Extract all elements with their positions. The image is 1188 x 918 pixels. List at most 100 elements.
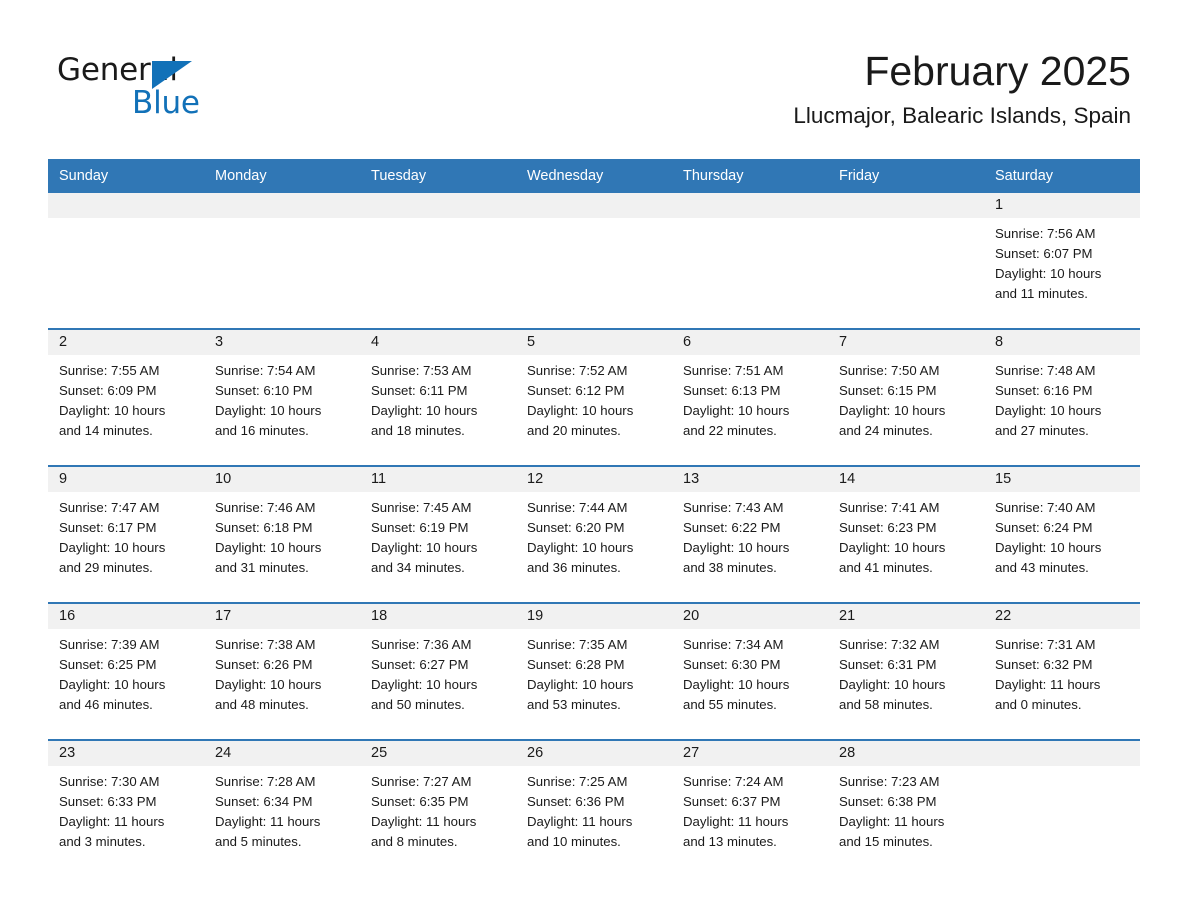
sunrise-time: Sunrise: 7:27 AM bbox=[371, 774, 472, 789]
calendar-day-cell[interactable]: 22 Sunrise: 7:31 AM Sunset: 6:32 PM Dayligh… bbox=[984, 604, 1140, 739]
generalblue-logo[interactable]: General Blue bbox=[57, 52, 257, 121]
calendar-day-cell-empty bbox=[516, 193, 672, 328]
calendar-day-cell[interactable]: 3 Sunrise: 7:54 AM Sunset: 6:10 PM Daylight… bbox=[204, 330, 360, 465]
calendar-day-cell[interactable]: 15 Sunrise: 7:40 AM Sunset: 6:24 PM Dayligh… bbox=[984, 467, 1140, 602]
calendar-day-cell[interactable]: 20 Sunrise: 7:34 AM Sunset: 6:30 PM Dayligh… bbox=[672, 604, 828, 739]
calendar-day-cell[interactable]: 9 Sunrise: 7:47 AM Sunset: 6:17 PM Daylight… bbox=[48, 467, 204, 602]
sunset-time: Sunset: 6:33 PM bbox=[59, 794, 157, 809]
daylight-duration-line2: and 3 minutes. bbox=[59, 834, 146, 849]
daylight-duration-line2: and 16 minutes. bbox=[215, 423, 309, 438]
day-details: Sunrise: 7:27 AM Sunset: 6:35 PM Daylight:… bbox=[360, 766, 516, 852]
day-details: Sunrise: 7:35 AM Sunset: 6:28 PM Daylight:… bbox=[516, 629, 672, 715]
calendar-day-cell[interactable]: 12 Sunrise: 7:44 AM Sunset: 6:20 PM Dayligh… bbox=[516, 467, 672, 602]
daylight-duration-line2: and 34 minutes. bbox=[371, 560, 465, 575]
daylight-duration-line1: Daylight: 10 hours bbox=[371, 540, 478, 555]
sunset-time: Sunset: 6:09 PM bbox=[59, 383, 157, 398]
calendar-day-cell[interactable]: 28 Sunrise: 7:23 AM Sunset: 6:38 PM Dayligh… bbox=[828, 741, 984, 876]
calendar-day-cell[interactable]: 27 Sunrise: 7:24 AM Sunset: 6:37 PM Dayligh… bbox=[672, 741, 828, 876]
calendar-day-cell[interactable]: 8 Sunrise: 7:48 AM Sunset: 6:16 PM Daylight… bbox=[984, 330, 1140, 465]
day-number: 25 bbox=[360, 741, 516, 766]
daylight-duration-line2: and 31 minutes. bbox=[215, 560, 309, 575]
daylight-duration-line2: and 22 minutes. bbox=[683, 423, 777, 438]
sunset-time: Sunset: 6:28 PM bbox=[527, 657, 625, 672]
calendar-page: General Blue February 2025 Llucmajor, Ba… bbox=[0, 0, 1188, 918]
day-number: 15 bbox=[984, 467, 1140, 492]
sunset-time: Sunset: 6:35 PM bbox=[371, 794, 469, 809]
weekday-header-wednesday: Wednesday bbox=[527, 168, 604, 184]
calendar-day-cell[interactable]: 6 Sunrise: 7:51 AM Sunset: 6:13 PM Daylight… bbox=[672, 330, 828, 465]
daylight-duration-line2: and 53 minutes. bbox=[527, 697, 621, 712]
weekday-header-thursday: Thursday bbox=[683, 168, 744, 184]
calendar-day-cell[interactable]: 26 Sunrise: 7:25 AM Sunset: 6:36 PM Dayligh… bbox=[516, 741, 672, 876]
calendar-day-cell-empty bbox=[828, 193, 984, 328]
day-details: Sunrise: 7:23 AM Sunset: 6:38 PM Daylight:… bbox=[828, 766, 984, 852]
day-number bbox=[516, 193, 672, 218]
sunrise-time: Sunrise: 7:44 AM bbox=[527, 500, 628, 515]
calendar-day-cell[interactable]: 13 Sunrise: 7:43 AM Sunset: 6:22 PM Dayligh… bbox=[672, 467, 828, 602]
day-details: Sunrise: 7:34 AM Sunset: 6:30 PM Daylight:… bbox=[672, 629, 828, 715]
sunrise-time: Sunrise: 7:36 AM bbox=[371, 637, 472, 652]
calendar-day-cell[interactable]: 14 Sunrise: 7:41 AM Sunset: 6:23 PM Dayligh… bbox=[828, 467, 984, 602]
daylight-duration-line1: Daylight: 10 hours bbox=[839, 677, 946, 692]
day-details: Sunrise: 7:56 AM Sunset: 6:07 PM Daylight:… bbox=[984, 218, 1140, 304]
day-details: Sunrise: 7:47 AM Sunset: 6:17 PM Daylight:… bbox=[48, 492, 204, 578]
calendar-day-cell[interactable]: 18 Sunrise: 7:36 AM Sunset: 6:27 PM Dayligh… bbox=[360, 604, 516, 739]
day-details: Sunrise: 7:53 AM Sunset: 6:11 PM Daylight:… bbox=[360, 355, 516, 441]
day-number: 5 bbox=[516, 330, 672, 355]
calendar-day-cell-empty bbox=[204, 193, 360, 328]
calendar-day-cell[interactable]: 2 Sunrise: 7:55 AM Sunset: 6:09 PM Daylight… bbox=[48, 330, 204, 465]
calendar-day-cell[interactable]: 21 Sunrise: 7:32 AM Sunset: 6:31 PM Dayligh… bbox=[828, 604, 984, 739]
day-details: Sunrise: 7:43 AM Sunset: 6:22 PM Daylight:… bbox=[672, 492, 828, 578]
calendar-day-cell[interactable]: 25 Sunrise: 7:27 AM Sunset: 6:35 PM Dayligh… bbox=[360, 741, 516, 876]
daylight-duration-line2: and 41 minutes. bbox=[839, 560, 933, 575]
sunrise-time: Sunrise: 7:56 AM bbox=[995, 226, 1096, 241]
sunrise-time: Sunrise: 7:53 AM bbox=[371, 363, 472, 378]
calendar-week-row: 1 Sunrise: 7:56 AM Sunset: 6:07 PM Daylight… bbox=[48, 193, 1140, 328]
sunset-time: Sunset: 6:38 PM bbox=[839, 794, 937, 809]
calendar-day-cell[interactable]: 1 Sunrise: 7:56 AM Sunset: 6:07 PM Daylight… bbox=[984, 193, 1140, 328]
calendar-day-cell[interactable]: 24 Sunrise: 7:28 AM Sunset: 6:34 PM Dayligh… bbox=[204, 741, 360, 876]
day-number: 20 bbox=[672, 604, 828, 629]
day-details: Sunrise: 7:54 AM Sunset: 6:10 PM Daylight:… bbox=[204, 355, 360, 441]
calendar-weeks: 1 Sunrise: 7:56 AM Sunset: 6:07 PM Daylight… bbox=[48, 193, 1140, 876]
daylight-duration-line2: and 48 minutes. bbox=[215, 697, 309, 712]
daylight-duration-line2: and 36 minutes. bbox=[527, 560, 621, 575]
daylight-duration-line1: Daylight: 10 hours bbox=[59, 403, 166, 418]
sunrise-time: Sunrise: 7:50 AM bbox=[839, 363, 940, 378]
calendar-day-cell[interactable]: 7 Sunrise: 7:50 AM Sunset: 6:15 PM Daylight… bbox=[828, 330, 984, 465]
day-number bbox=[984, 741, 1140, 766]
calendar-day-cell[interactable]: 4 Sunrise: 7:53 AM Sunset: 6:11 PM Daylight… bbox=[360, 330, 516, 465]
sunset-time: Sunset: 6:37 PM bbox=[683, 794, 781, 809]
calendar-day-cell[interactable]: 10 Sunrise: 7:46 AM Sunset: 6:18 PM Dayligh… bbox=[204, 467, 360, 602]
calendar-week-row: 23 Sunrise: 7:30 AM Sunset: 6:33 PM Dayligh… bbox=[48, 739, 1140, 876]
day-details: Sunrise: 7:24 AM Sunset: 6:37 PM Daylight:… bbox=[672, 766, 828, 852]
daylight-duration-line2: and 15 minutes. bbox=[839, 834, 933, 849]
calendar-day-cell[interactable]: 19 Sunrise: 7:35 AM Sunset: 6:28 PM Dayligh… bbox=[516, 604, 672, 739]
calendar-day-cell[interactable]: 23 Sunrise: 7:30 AM Sunset: 6:33 PM Dayligh… bbox=[48, 741, 204, 876]
page-title: February 2025 bbox=[864, 48, 1131, 94]
sunset-time: Sunset: 6:26 PM bbox=[215, 657, 313, 672]
daylight-duration-line2: and 50 minutes. bbox=[371, 697, 465, 712]
calendar-day-cell-empty bbox=[360, 193, 516, 328]
daylight-duration-line2: and 5 minutes. bbox=[215, 834, 302, 849]
daylight-duration-line1: Daylight: 11 hours bbox=[839, 814, 945, 829]
day-number: 22 bbox=[984, 604, 1140, 629]
calendar-day-cell-empty bbox=[672, 193, 828, 328]
sunset-time: Sunset: 6:17 PM bbox=[59, 520, 157, 535]
daylight-duration-line1: Daylight: 10 hours bbox=[59, 677, 166, 692]
day-number bbox=[48, 193, 204, 218]
day-number: 21 bbox=[828, 604, 984, 629]
calendar-day-cell[interactable]: 17 Sunrise: 7:38 AM Sunset: 6:26 PM Dayligh… bbox=[204, 604, 360, 739]
calendar-day-cell[interactable]: 5 Sunrise: 7:52 AM Sunset: 6:12 PM Daylight… bbox=[516, 330, 672, 465]
daylight-duration-line2: and 20 minutes. bbox=[527, 423, 621, 438]
daylight-duration-line1: Daylight: 10 hours bbox=[371, 403, 478, 418]
daylight-duration-line1: Daylight: 10 hours bbox=[995, 403, 1102, 418]
day-details: Sunrise: 7:48 AM Sunset: 6:16 PM Daylight:… bbox=[984, 355, 1140, 441]
sunrise-time: Sunrise: 7:30 AM bbox=[59, 774, 160, 789]
calendar-day-cell[interactable]: 16 Sunrise: 7:39 AM Sunset: 6:25 PM Dayligh… bbox=[48, 604, 204, 739]
sunrise-time: Sunrise: 7:32 AM bbox=[839, 637, 940, 652]
calendar-day-cell[interactable]: 11 Sunrise: 7:45 AM Sunset: 6:19 PM Dayligh… bbox=[360, 467, 516, 602]
daylight-duration-line1: Daylight: 10 hours bbox=[995, 266, 1102, 281]
sunrise-time: Sunrise: 7:25 AM bbox=[527, 774, 628, 789]
daylight-duration-line1: Daylight: 10 hours bbox=[683, 677, 790, 692]
